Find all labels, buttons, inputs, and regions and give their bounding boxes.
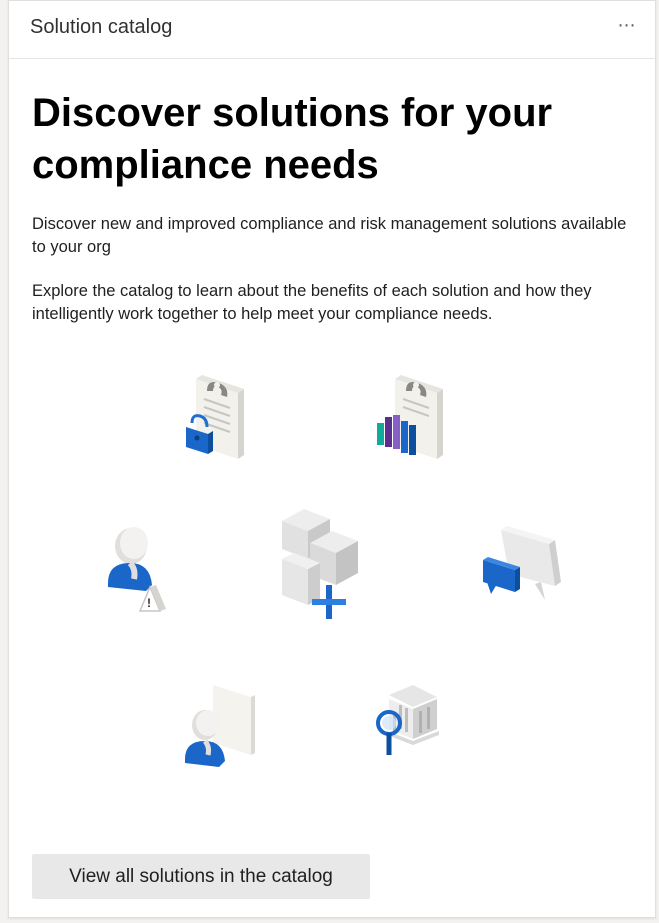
building-search-icon bbox=[376, 685, 439, 755]
explore-paragraph: Explore the catalog to learn about the b… bbox=[32, 282, 592, 323]
more-icon: ⋯ bbox=[617, 15, 637, 35]
card-header: Solution catalog ⋯ bbox=[9, 1, 655, 59]
intro-paragraph: Discover new and improved compliance and… bbox=[32, 215, 627, 256]
svg-text:!: ! bbox=[147, 596, 151, 610]
user-document-icon bbox=[185, 685, 255, 767]
solution-catalog-card: Solution catalog ⋯ Discover solutions fo… bbox=[8, 0, 656, 918]
user-warning-icon: ! bbox=[108, 527, 166, 612]
chat-bubbles-icon bbox=[483, 526, 561, 600]
more-options-button[interactable]: ⋯ bbox=[613, 11, 641, 39]
page-headline: Discover solutions for your compliance n… bbox=[32, 91, 553, 187]
clipboard-lock-icon bbox=[186, 375, 244, 459]
clipboard-chart-icon bbox=[377, 375, 443, 459]
solutions-illustration: ! bbox=[9, 361, 657, 781]
card-title: Solution catalog bbox=[30, 16, 173, 38]
view-all-solutions-button[interactable]: View all solutions in the catalog bbox=[32, 854, 370, 899]
cubes-plus-icon bbox=[282, 509, 358, 619]
